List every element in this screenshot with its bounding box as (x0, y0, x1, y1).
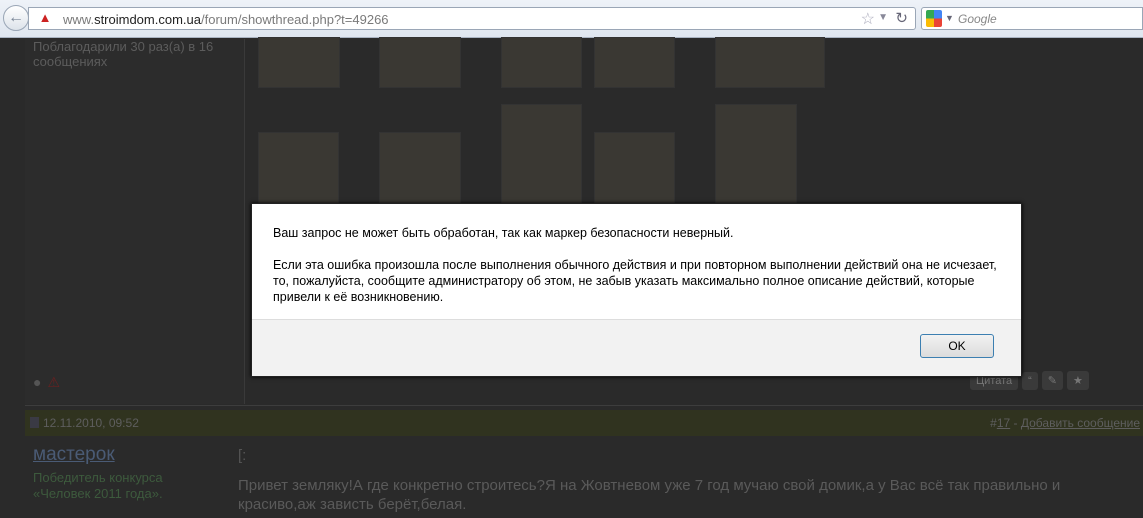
search-engine-dropdown-icon[interactable]: ▼ (945, 13, 954, 23)
thanks-count: Поблагодарили 30 раз(а) в 16 сообщениях (33, 39, 214, 69)
site-favicon-icon: ▲ (38, 10, 52, 25)
attachment-thumbnail[interactable] (501, 37, 582, 88)
quick-reply-button[interactable]: ✎ (1041, 371, 1063, 390)
thanks-button[interactable]: ★ (1067, 371, 1089, 390)
url-text: www.stroimdom.com.ua/forum/showthread.ph… (63, 12, 389, 27)
divider (25, 405, 1143, 406)
user-sidebar: Поблагодарили 30 раз(а) в 16 сообщениях (25, 39, 245, 404)
attachment-thumbnail[interactable] (715, 37, 825, 88)
post-status-icons: ● ⚠ (33, 374, 60, 391)
attachment-thumbnail[interactable] (715, 104, 797, 205)
error-line-2: Если эта ошибка произошла после выполнен… (273, 258, 997, 304)
search-box[interactable]: ▼ Google (921, 7, 1143, 30)
history-dropdown-icon[interactable]: ▼ (878, 12, 888, 23)
add-message-link[interactable]: Добавить сообщение (1021, 416, 1140, 430)
author-title: Победитель конкурса «Человек 2011 года». (33, 470, 163, 501)
post-icon: [: (238, 447, 247, 464)
offline-status-icon: ● (33, 374, 42, 390)
attachment-thumbnail[interactable] (379, 37, 461, 88)
attachment-thumbnail[interactable] (258, 37, 340, 88)
bookmark-star-icon[interactable]: ☆ (861, 9, 875, 29)
address-bar[interactable]: ▲ www.stroimdom.com.ua/forum/showthread.… (28, 7, 916, 30)
google-logo-icon[interactable] (926, 10, 942, 27)
reload-icon[interactable]: ↻ (895, 9, 908, 27)
attachment-thumbnail[interactable] (379, 132, 461, 205)
error-message: Ваш запрос не может быть обработан, так … (273, 225, 1013, 305)
post-number: #17 - Добавить сообщение (990, 416, 1140, 430)
attachment-thumbnail[interactable] (594, 37, 675, 88)
error-line-1: Ваш запрос не может быть обработан, так … (273, 226, 734, 240)
multiquote-button[interactable]: “ (1022, 372, 1038, 390)
report-warning-icon[interactable]: ⚠ (47, 374, 60, 390)
browser-toolbar: ← ▲ www.stroimdom.com.ua/forum/showthrea… (0, 0, 1143, 38)
dialog-footer: OK (252, 319, 1021, 376)
attachment-thumbnail[interactable] (501, 104, 582, 205)
back-arrow-icon: ← (8, 9, 24, 26)
search-placeholder: Google (958, 12, 997, 26)
attachment-thumbnail[interactable] (258, 132, 339, 205)
back-button[interactable]: ← (3, 5, 29, 31)
post-date: 12.11.2010, 09:52 (30, 416, 139, 430)
post-body: [: Привет земляку!А где конкретно строит… (238, 447, 1138, 514)
post-text: Привет земляку!А где конкретно строитесь… (238, 477, 1061, 513)
error-dialog: Ваш запрос не может быть обработан, так … (251, 203, 1022, 377)
attachment-thumbnail[interactable] (594, 132, 675, 205)
post-header: 12.11.2010, 09:52 #17 - Добавить сообщен… (25, 410, 1143, 436)
post-number-link[interactable]: 17 (997, 416, 1010, 430)
ok-button[interactable]: OK (920, 334, 994, 358)
post-author-link[interactable]: мастерок (33, 444, 115, 466)
